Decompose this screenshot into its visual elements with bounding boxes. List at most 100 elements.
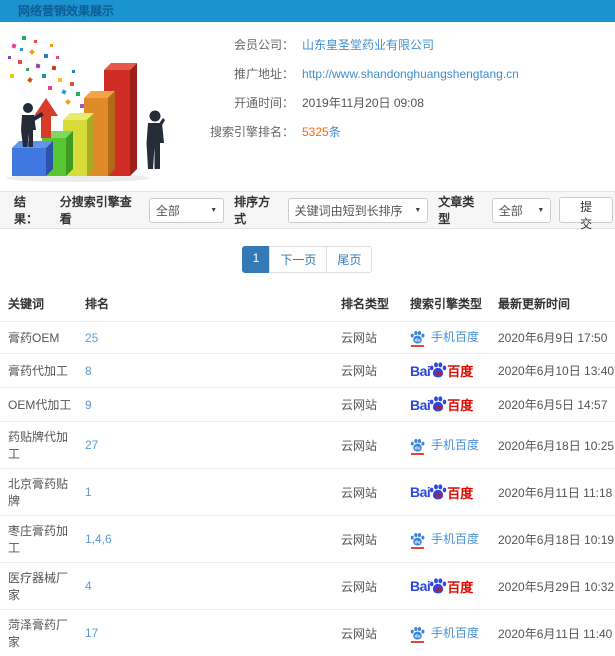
mobile-baidu-label: 手机百度	[431, 624, 479, 641]
pagination: 1 下一页 尾页	[0, 246, 615, 273]
engine-select[interactable]: 全部 ▼	[149, 198, 224, 223]
rank-type-cell: 云网站	[333, 516, 402, 563]
table-row: 北京膏药贴牌1云网站Baidu百度2020年6月11日 11:18	[0, 469, 615, 516]
baidu-paw-icon: du	[410, 437, 425, 452]
field-open-time: 开通时间： 2019年11月20日 09:08	[190, 94, 615, 111]
sort-select-value: 关键词由短到长排序	[295, 202, 403, 219]
mobile-baidu-logo: du 手机百度	[410, 436, 479, 453]
svg-text:du: du	[435, 587, 443, 593]
baidu-logo: Baidu百度	[410, 482, 473, 503]
keyword-ranking-table: 关键词 排名 排名类型 搜索引擎类型 最新更新时间 膏药OEM25云网站du手机…	[0, 285, 615, 656]
rank-link[interactable]: 4	[77, 563, 333, 610]
rank-link[interactable]: 25	[77, 322, 333, 354]
last-page-button[interactable]: 尾页	[326, 246, 372, 273]
mobile-baidu-logo: du 手机百度	[410, 624, 479, 641]
businessman-right	[147, 111, 166, 170]
company-label: 会员公司：	[190, 36, 294, 53]
table-row: OEM代加工9云网站 Baidu百度 2020年6月5日 14:57	[0, 388, 615, 422]
keyword-cell: 医疗器械厂家	[0, 563, 77, 610]
svg-text:du: du	[415, 338, 421, 344]
mobile-baidu-paw: du	[410, 437, 425, 452]
baidu-paw-icon: du	[410, 329, 425, 344]
rank-link[interactable]: 1	[77, 469, 333, 516]
ranking-count-label: 搜索引擎排名：	[190, 123, 294, 140]
baidu-paw-icon: du	[429, 394, 447, 412]
mobile-baidu-paw: du	[410, 625, 425, 640]
rank-type-cell: 云网站	[333, 422, 402, 469]
field-company: 会员公司： 山东皇圣堂药业有限公司	[190, 36, 615, 53]
article-type-value: 全部	[499, 202, 523, 219]
ranking-count-unit[interactable]: 条	[329, 125, 341, 139]
engine-filter-label: 分搜索引擎查看	[60, 193, 143, 227]
page-1-button[interactable]: 1	[242, 246, 271, 273]
updated-cell: 2020年6月18日 10:25	[490, 422, 615, 469]
baidu-logo-cn: 百度	[447, 577, 473, 596]
red-underline	[411, 345, 424, 347]
updated-cell: 2020年5月29日 10:32	[490, 563, 615, 610]
chevron-down-icon: ▼	[414, 207, 421, 214]
rank-link[interactable]: 9	[77, 388, 333, 422]
promotion-url-link[interactable]: http://www.shandonghuangshengtang.cn	[302, 67, 519, 81]
mobile-baidu-logo: du手机百度	[410, 530, 479, 547]
next-page-button[interactable]: 下一页	[269, 246, 327, 273]
engine-cell: Baidu百度	[402, 354, 490, 388]
engine-cell: du 手机百度	[402, 610, 490, 656]
baidu-paw-icon: du	[429, 576, 447, 594]
baidu-logo-cn: 百度	[447, 483, 473, 502]
field-url: 推广地址： http://www.shandonghuangshengtang.…	[190, 65, 615, 82]
rank-link[interactable]: 1,4,6	[77, 516, 333, 563]
table-row: 药贴牌代加工27云网站 du 手机百度 2020年6月18日 10:25	[0, 422, 615, 469]
ranking-count-value: 5325	[302, 125, 329, 139]
red-underline	[411, 453, 424, 455]
baidu-paw-icon: du	[410, 531, 425, 546]
rank-type-cell: 云网站	[333, 388, 402, 422]
submit-button[interactable]: 提交	[559, 197, 613, 223]
baidu-paw-icon: du	[429, 482, 447, 500]
updated-cell: 2020年6月5日 14:57	[490, 388, 615, 422]
baidu-logo: Baidu百度	[410, 394, 473, 415]
mobile-baidu-logo: du 手机百度	[410, 328, 479, 345]
header-rank: 排名	[77, 285, 333, 322]
baidu-logo-text: Bai	[410, 397, 430, 413]
article-type-label: 文章类型	[438, 193, 486, 227]
baidu-paw-icon: du	[410, 625, 425, 640]
engine-cell: Baidu 百度	[402, 563, 490, 610]
updated-cell: 2020年6月11日 11:18	[490, 469, 615, 516]
open-time-value: 2019年11月20日 09:08	[302, 94, 424, 111]
rank-link[interactable]: 17	[77, 610, 333, 656]
table-row: 枣庄膏药加工1,4,6云网站du手机百度2020年6月18日 10:19	[0, 516, 615, 563]
engine-select-value: 全部	[156, 202, 180, 219]
engine-cell: du手机百度	[402, 516, 490, 563]
baidu-logo-cn: 百度	[447, 395, 473, 414]
open-time-label: 开通时间：	[190, 94, 294, 111]
table-row: 膏药OEM25云网站du手机百度2020年6月9日 17:50	[0, 322, 615, 354]
baidu-logo-text: Bai	[410, 578, 430, 594]
header-rank-type: 排名类型	[333, 285, 402, 322]
rank-link[interactable]: 8	[77, 354, 333, 388]
article-type-select[interactable]: 全部 ▼	[492, 198, 552, 223]
keyword-cell: 北京膏药贴牌	[0, 469, 77, 516]
rank-type-cell: 云网站	[333, 354, 402, 388]
header-engine-type: 搜索引擎类型	[402, 285, 490, 322]
keyword-cell: 药贴牌代加工	[0, 422, 77, 469]
rank-type-cell: 云网站	[333, 563, 402, 610]
rank-type-cell: 云网站	[333, 322, 402, 354]
result-label: 结果：	[14, 193, 50, 227]
keyword-cell: OEM代加工	[0, 388, 77, 422]
svg-text:du: du	[415, 633, 421, 639]
mobile-baidu-label: 手机百度	[431, 328, 479, 345]
bar-chart-illustration	[0, 26, 190, 186]
updated-cell: 2020年6月11日 11:40	[490, 610, 615, 656]
company-link[interactable]: 山东皇圣堂药业有限公司	[302, 36, 434, 53]
keyword-cell: 枣庄膏药加工	[0, 516, 77, 563]
svg-text:du: du	[415, 539, 421, 545]
sort-select[interactable]: 关键词由短到长排序 ▼	[288, 198, 429, 223]
table-row: 菏泽膏药厂家17云网站du手机百度2020年6月11日 11:40	[0, 610, 615, 656]
updated-cell: 2020年6月9日 17:50	[490, 322, 615, 354]
mobile-baidu-label: 手机百度	[431, 436, 479, 453]
table-body: 膏药OEM25云网站du手机百度2020年6月9日 17:50膏药代加工8云网站…	[0, 322, 615, 656]
svg-text:du: du	[435, 493, 443, 499]
table-row: 医疗器械厂家4云网站 Baidu 百度 2020年5月29日 10:32	[0, 563, 615, 610]
engine-cell: du 手机百度	[402, 422, 490, 469]
rank-link[interactable]: 27	[77, 422, 333, 469]
